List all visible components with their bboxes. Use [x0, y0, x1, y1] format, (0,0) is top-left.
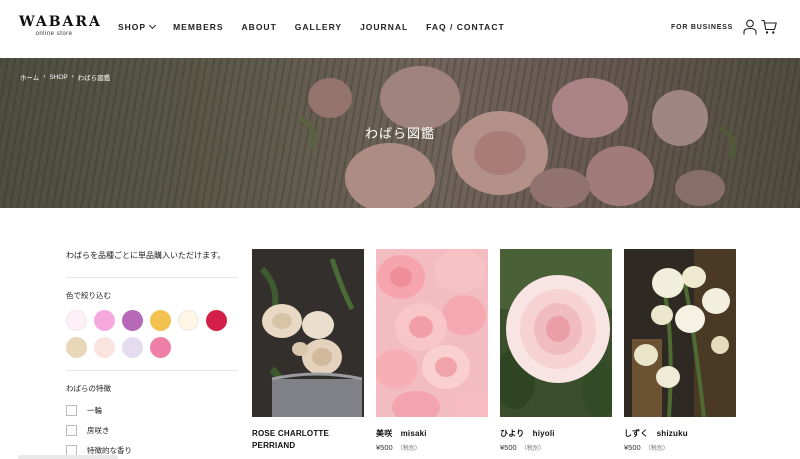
color-swatch[interactable] — [66, 337, 87, 358]
chevron-down-icon — [149, 21, 157, 30]
color-swatch[interactable] — [94, 337, 115, 358]
nav-faq-contact-label: FAQ / CONTACT — [426, 22, 505, 32]
color-swatch[interactable] — [122, 337, 143, 358]
breadcrumb-separator-icon: › — [43, 74, 46, 80]
color-swatches — [66, 310, 238, 371]
color-filter-title: 色で絞り込む — [66, 291, 111, 300]
checkbox[interactable] — [66, 444, 77, 456]
product-name[interactable]: しずく shizuku — [624, 428, 736, 440]
product-name[interactable]: ひより hiyoli — [500, 428, 612, 440]
checkbox[interactable] — [66, 404, 77, 416]
nav-gallery-label: GALLERY — [294, 22, 343, 32]
nav-shop-label: SHOP — [118, 22, 147, 32]
breadcrumb-current: わばら図鑑 — [77, 75, 111, 82]
logo[interactable]: WABARA online store — [19, 14, 102, 37]
product-price: ¥500 （税別） — [376, 443, 488, 452]
nav-about-label: ABOUT — [241, 22, 277, 32]
sidebar-intro: わばらを品種ごとに単品購入いただけます。 — [66, 250, 238, 278]
cart-icon[interactable] — [761, 19, 777, 35]
nav-members[interactable]: MEMBERS — [173, 22, 223, 32]
rose-image — [624, 249, 736, 417]
color-swatch[interactable] — [66, 310, 87, 331]
product-price: ¥500 （税別） — [500, 443, 612, 452]
color-swatch[interactable] — [178, 310, 199, 331]
product-card[interactable]: 美咲 misaki ¥500 （税別） — [376, 249, 488, 452]
tax-note: （税別） — [396, 446, 421, 452]
nav-about[interactable]: ABOUT — [242, 22, 277, 32]
tax-note: （税別） — [520, 446, 545, 452]
user-icon[interactable] — [743, 19, 757, 35]
rose-image — [376, 249, 488, 417]
product-name-line: ROSE CHARLOTTE — [252, 429, 330, 438]
feature-label: 一輪 — [87, 405, 102, 415]
feature-filter-spray[interactable]: 房咲き — [66, 420, 238, 440]
feature-filter-title: わばらの特徴 — [66, 384, 111, 393]
feature-label: 房咲き — [87, 425, 110, 435]
product-card[interactable]: ひより hiyoli ¥500 （税別） — [500, 249, 612, 452]
color-swatch[interactable] — [206, 310, 227, 331]
product-price: ¥500 （税別） — [624, 443, 736, 452]
page-title: わばら図鑑 — [364, 126, 435, 141]
rose-image — [252, 249, 364, 417]
feature-label: 特徴的な香り — [87, 445, 132, 455]
main-nav: SHOP MEMBERS ABOUT GALLERY JOURNAL FAQ /… — [118, 21, 523, 32]
rose-image — [500, 249, 612, 417]
product-image[interactable] — [376, 249, 488, 417]
hero-banner: ホーム › SHOP › わばら図鑑 わばら図鑑 — [0, 58, 800, 208]
price-value: ¥500 — [376, 443, 393, 452]
checkbox[interactable] — [66, 424, 77, 436]
filter-sidebar: わばらを品種ごとに単品購入いただけます。 色で絞り込む わばらの特徴 一輪 房咲… — [66, 250, 238, 459]
price-value: ¥500 — [624, 443, 641, 452]
breadcrumb-shop[interactable]: SHOP — [49, 74, 67, 81]
product-name[interactable]: ROSE CHARLOTTE PERRIAND — [252, 428, 364, 452]
nav-members-label: MEMBERS — [173, 22, 224, 32]
color-swatch[interactable] — [150, 310, 171, 331]
product-name[interactable]: 美咲 misaki — [376, 428, 488, 440]
breadcrumb-separator-icon: › — [71, 74, 74, 80]
color-swatch[interactable] — [122, 310, 143, 331]
logo-wordmark: WABARA — [19, 14, 102, 30]
feature-filter-single[interactable]: 一輪 — [66, 400, 238, 420]
product-image[interactable] — [500, 249, 612, 417]
nav-journal-label: JOURNAL — [360, 22, 409, 32]
price-value: ¥500 — [500, 443, 517, 452]
color-swatch[interactable] — [94, 310, 115, 331]
breadcrumb-home[interactable]: ホーム — [20, 72, 39, 82]
for-business-link[interactable]: FOR BUSINESS — [671, 24, 733, 31]
nav-gallery[interactable]: GALLERY — [295, 22, 342, 32]
nav-journal[interactable]: JOURNAL — [360, 22, 408, 32]
product-image[interactable] — [624, 249, 736, 417]
nav-shop[interactable]: SHOP — [118, 21, 157, 32]
product-name-line: PERRIAND — [252, 441, 296, 450]
product-image[interactable] — [252, 249, 364, 417]
site-header: WABARA online store SHOP MEMBERS ABOUT G… — [0, 0, 800, 58]
product-card[interactable]: しずく shizuku ¥500 （税別） — [624, 249, 736, 452]
color-swatch[interactable] — [150, 337, 171, 358]
horizontal-scrollbar[interactable] — [18, 455, 118, 459]
breadcrumb: ホーム › SHOP › わばら図鑑 — [20, 72, 111, 83]
nav-faq-contact[interactable]: FAQ / CONTACT — [426, 22, 504, 32]
logo-subtitle: online store — [35, 31, 73, 37]
tax-note: （税別） — [644, 446, 669, 452]
product-card[interactable]: ROSE CHARLOTTE PERRIAND — [252, 249, 364, 452]
